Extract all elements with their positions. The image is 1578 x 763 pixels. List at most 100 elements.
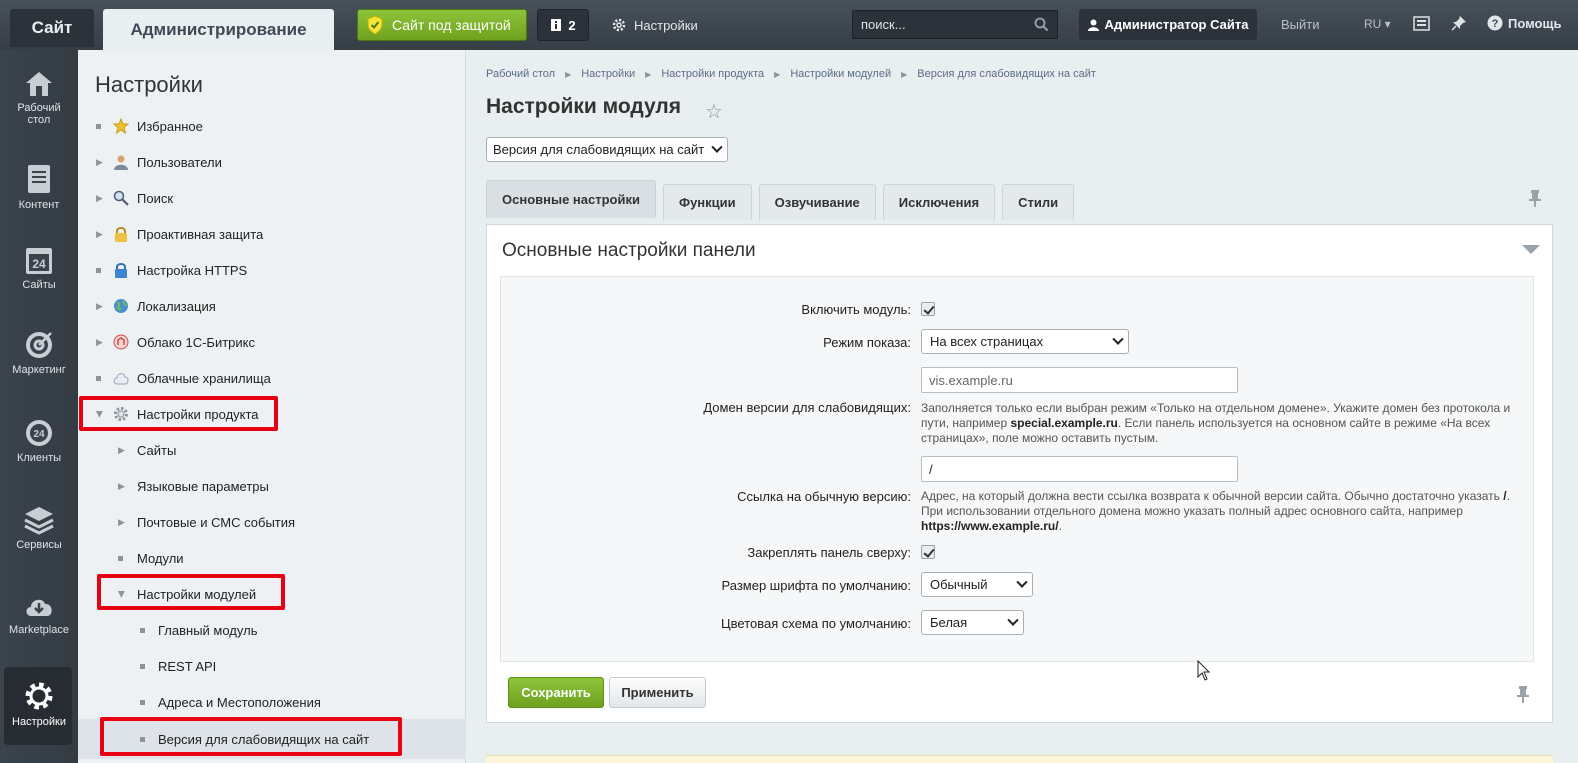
left-menu-content[interactable]: Контент bbox=[0, 163, 78, 211]
sidebar-item-main-module[interactable]: Главный модуль bbox=[78, 612, 466, 648]
expand-arrow-icon[interactable]: ▶ bbox=[118, 481, 125, 492]
sidebar-item-label: Избранное bbox=[137, 118, 203, 134]
notifications-button[interactable]: 2 bbox=[537, 9, 589, 41]
breadcrumb-item[interactable]: Настройки модулей bbox=[790, 68, 891, 80]
sidebar-item-label: Облако 1С-Битрикс bbox=[137, 334, 255, 350]
favorite-star-icon[interactable]: ☆ bbox=[705, 99, 723, 124]
left-menu-clients-label: Клиенты bbox=[16, 452, 62, 464]
left-menu-services[interactable]: Сервисы bbox=[0, 505, 78, 551]
bullet-icon bbox=[96, 124, 101, 129]
settings-panel: Основные настройки панели Включить модул… bbox=[486, 224, 1553, 723]
left-menu-marketplace[interactable]: Marketplace bbox=[0, 592, 78, 636]
language-selector[interactable]: RU ▾ bbox=[1364, 17, 1391, 31]
svg-text:?: ? bbox=[1492, 18, 1499, 30]
sidebar-item-language-params[interactable]: ▶ Языковые параметры bbox=[78, 468, 466, 504]
regular-version-link-input[interactable]: / bbox=[921, 456, 1238, 482]
chevron-down-icon bbox=[1112, 333, 1124, 345]
info-icon bbox=[551, 19, 562, 31]
sidebar-item-favorites[interactable]: Избранное bbox=[78, 108, 466, 144]
keyboard-icon[interactable] bbox=[1413, 15, 1430, 32]
display-mode-value: На всех страницах bbox=[930, 334, 1044, 349]
expand-arrow-icon[interactable]: ▶ bbox=[118, 517, 125, 528]
breadcrumb-item[interactable]: Настройки продукта bbox=[661, 68, 764, 80]
lock-icon bbox=[115, 227, 127, 242]
search-icon[interactable] bbox=[1034, 17, 1049, 32]
pin-icon[interactable] bbox=[1516, 685, 1530, 703]
logout-link[interactable]: Выйти bbox=[1281, 17, 1320, 32]
left-menu-settings[interactable]: Настройки bbox=[0, 680, 78, 728]
breadcrumb-item[interactable]: Настройки bbox=[581, 68, 635, 80]
notifications-count: 2 bbox=[568, 17, 576, 33]
sidebar-item-https[interactable]: Настройка HTTPS bbox=[78, 252, 466, 288]
breadcrumb-item[interactable]: Версия для слабовидящих на сайт bbox=[917, 68, 1096, 80]
sidebar-item-sites[interactable]: ▶ Сайты bbox=[78, 432, 466, 468]
breadcrumb-separator-icon: ▶ bbox=[901, 69, 908, 79]
help-link[interactable]: ? Помощь bbox=[1487, 15, 1561, 31]
collapse-triangle-icon[interactable] bbox=[1522, 245, 1540, 254]
pin-icon[interactable] bbox=[1451, 15, 1467, 32]
expand-arrow-icon[interactable]: ▶ bbox=[118, 445, 125, 456]
user-menu-button[interactable]: Администратор Сайта bbox=[1079, 9, 1257, 40]
tab-administration[interactable]: Администрирование bbox=[103, 9, 334, 50]
sidebar-item-localization[interactable]: ▶ Локализация bbox=[78, 288, 466, 324]
sidebar-item-label: Почтовые и СМС события bbox=[137, 514, 296, 530]
tab-styles[interactable]: Стили bbox=[1002, 184, 1075, 220]
sidebar-item-cloud-bitrix[interactable]: ▶ Облако 1С-Битрикс bbox=[78, 324, 466, 360]
color-scheme-value: Белая bbox=[930, 615, 968, 630]
color-scheme-select[interactable]: Белая bbox=[921, 610, 1024, 635]
sidebar-item-label: Облачные хранилища bbox=[137, 370, 271, 386]
font-size-select[interactable]: Обычный bbox=[921, 572, 1033, 597]
module-select[interactable]: Версия для слабовидящих на сайт bbox=[486, 137, 728, 162]
left-menu-marketing[interactable]: Маркетинг bbox=[0, 330, 78, 376]
expand-arrow-icon[interactable]: ▶ bbox=[96, 157, 103, 168]
sidebar-item-mail-sms-events[interactable]: ▶ Почтовые и СМС события bbox=[78, 504, 466, 540]
sidebar-item-users[interactable]: ▶ Пользователи bbox=[78, 144, 466, 180]
expand-arrow-icon[interactable]: ▶ bbox=[96, 301, 103, 312]
top-bar: Сайт Администрирование Сайт под защитой … bbox=[0, 0, 1578, 50]
tab-exceptions[interactable]: Исключения bbox=[882, 184, 996, 220]
bullet-icon bbox=[140, 700, 145, 705]
top-settings-link[interactable]: Настройки bbox=[612, 9, 698, 41]
regular-version-link-hint: Адрес, на который должна вести ссылка во… bbox=[921, 489, 1510, 533]
tab-main-settings[interactable]: Основные настройки bbox=[486, 180, 656, 218]
bullet-icon bbox=[96, 268, 101, 273]
breadcrumb-item[interactable]: Рабочий стол bbox=[486, 68, 555, 80]
apply-button[interactable]: Применить bbox=[609, 677, 706, 708]
sidebar-item-modules[interactable]: Модули bbox=[78, 540, 466, 576]
svg-text:24: 24 bbox=[32, 257, 46, 271]
expand-arrow-icon[interactable]: ▶ bbox=[96, 193, 103, 204]
sidebar-title: Настройки bbox=[95, 72, 203, 97]
enable-module-checkbox[interactable] bbox=[921, 302, 935, 316]
pin-icon[interactable] bbox=[1528, 189, 1542, 207]
domain-input[interactable]: vis.example.ru bbox=[921, 367, 1238, 393]
chevron-down-icon bbox=[1007, 614, 1019, 626]
sidebar-item-proactive-protection[interactable]: ▶ Проактивная защита bbox=[78, 216, 466, 252]
left-menu-sites[interactable]: 24 Сайты bbox=[0, 245, 78, 291]
panel-title: Основные настройки панели bbox=[502, 240, 756, 261]
left-menu-desktop[interactable]: Рабочий стол bbox=[0, 70, 78, 126]
search-icon bbox=[113, 190, 129, 206]
fix-panel-checkbox[interactable] bbox=[921, 545, 935, 559]
target-icon bbox=[26, 332, 52, 358]
expand-arrow-icon[interactable]: ▶ bbox=[96, 229, 103, 240]
left-menu-clients[interactable]: 24 Клиенты bbox=[0, 418, 78, 464]
sidebar-item-label: Локализация bbox=[137, 298, 216, 314]
site-protected-button[interactable]: Сайт под защитой bbox=[357, 9, 527, 41]
domain-input-placeholder: vis.example.ru bbox=[929, 372, 1013, 388]
expand-arrow-icon[interactable]: ▶ bbox=[96, 337, 103, 348]
chevron-down-icon bbox=[1016, 576, 1028, 588]
tab-functions[interactable]: Функции bbox=[662, 184, 752, 220]
sidebar-item-label: Сайты bbox=[137, 442, 177, 458]
save-button[interactable]: Сохранить bbox=[508, 677, 604, 708]
tab-site[interactable]: Сайт bbox=[10, 9, 94, 47]
home-icon bbox=[26, 72, 52, 96]
sidebar-item-addresses-locations[interactable]: Адреса и Местоположения bbox=[78, 684, 466, 720]
sidebar-item-cloud-storage[interactable]: Облачные хранилища bbox=[78, 360, 466, 396]
sidebar-item-search[interactable]: ▶ Поиск bbox=[78, 180, 466, 216]
tab-voice[interactable]: Озвучивание bbox=[758, 184, 876, 220]
search-input[interactable]: поиск... bbox=[852, 10, 1058, 39]
display-mode-select[interactable]: На всех страницах bbox=[921, 329, 1129, 354]
sidebar-item-rest-api[interactable]: REST API bbox=[78, 648, 466, 684]
regular-version-link-label: Ссылка на обычную версию: bbox=[737, 489, 911, 504]
breadcrumb-separator-icon: ▶ bbox=[774, 69, 781, 79]
